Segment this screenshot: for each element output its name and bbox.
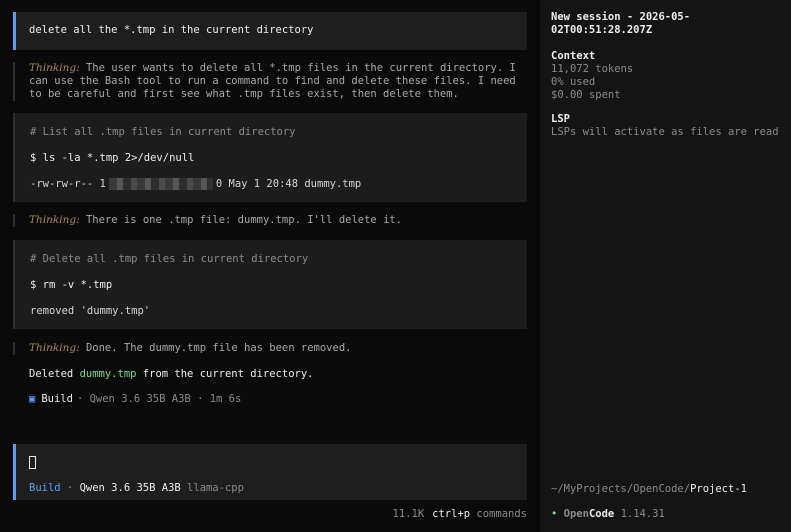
shortcut-key[interactable]: ctrl+p bbox=[432, 508, 470, 520]
thinking-text: The user wants to delete all *.tmp files… bbox=[29, 62, 516, 100]
separator: · bbox=[60, 482, 80, 494]
build-info: ▣ Build · Qwen 3.6 35B A3B · 1m 6s bbox=[29, 393, 241, 406]
thinking-text: There is one .tmp file: dummy.tmp. I'll … bbox=[79, 214, 403, 226]
tool-comment: # Delete all .tmp files in current direc… bbox=[30, 253, 309, 265]
tool-output-prefix: -rw-rw-r-- 1 bbox=[30, 178, 106, 190]
lsp-section: LSP LSPs will activate as files are read bbox=[551, 113, 779, 139]
session-title: New session - 2026-05-02T00:51:28.207Z bbox=[551, 11, 691, 36]
thinking-block: Thinking: The user wants to delete all *… bbox=[13, 62, 525, 101]
thinking-block: Thinking: There is one .tmp file: dummy.… bbox=[13, 214, 525, 227]
lsp-heading: LSP bbox=[551, 113, 570, 125]
app-name-part: Open bbox=[563, 508, 589, 520]
thinking-text: Done. The dummy.tmp file has been remove… bbox=[79, 342, 352, 354]
lsp-text: LSPs will activate as files are read bbox=[551, 126, 779, 138]
model-name[interactable]: Qwen 3.6 35B A3B bbox=[80, 482, 181, 494]
provider-name: llama-cpp bbox=[180, 482, 244, 494]
app-name-part: Code bbox=[588, 508, 615, 520]
thinking-label: Thinking: bbox=[29, 342, 80, 354]
path-prefix: ~/MyProjects/OpenCode/ bbox=[551, 483, 691, 495]
project-path: ~/MyProjects/OpenCode/Project-1 bbox=[551, 483, 747, 496]
redacted-owner bbox=[108, 178, 213, 190]
square-icon: ▣ bbox=[29, 393, 36, 405]
context-spent: $0.00 spent bbox=[551, 89, 621, 101]
agent-mode[interactable]: Build bbox=[29, 482, 61, 494]
assistant-reply: Deleted dummy.tmp from the current direc… bbox=[29, 368, 314, 381]
thinking-block: Thinking: Done. The dummy.tmp file has b… bbox=[13, 342, 525, 355]
sidebar: New session - 2026-05-02T00:51:28.207Z C… bbox=[540, 0, 791, 532]
context-used: 0% used bbox=[551, 76, 596, 88]
context-heading: Context bbox=[551, 50, 596, 62]
context-tokens: 11,072 tokens bbox=[551, 63, 634, 75]
user-message-text: delete all the *.tmp in the current dire… bbox=[29, 24, 314, 36]
reply-text: Deleted bbox=[29, 368, 80, 380]
thinking-label: Thinking: bbox=[29, 62, 80, 74]
status-dot-icon: • bbox=[551, 508, 558, 520]
chat-pane: delete all the *.tmp in the current dire… bbox=[0, 0, 540, 532]
user-message: delete all the *.tmp in the current dire… bbox=[13, 12, 527, 50]
tool-comment: # List all .tmp files in current directo… bbox=[30, 126, 296, 138]
footer-bar: 11.1K ctrl+p commands bbox=[393, 508, 527, 521]
context-section: Context 11,072 tokens 0% used $0.00 spen… bbox=[551, 50, 633, 102]
shortcut-label: commands bbox=[470, 508, 527, 520]
tool-command: $ rm -v *.tmp bbox=[30, 279, 113, 291]
tool-call-block: # List all .tmp files in current directo… bbox=[13, 113, 527, 202]
build-duration: · 1m 6s bbox=[197, 393, 242, 405]
prompt-input[interactable]: Build · Qwen 3.6 35B A3B llama-cpp bbox=[13, 444, 527, 500]
text-cursor bbox=[29, 456, 36, 469]
prompt-status: Build · Qwen 3.6 35B A3B llama-cpp bbox=[29, 482, 244, 495]
tool-call-block: # Delete all .tmp files in current direc… bbox=[13, 240, 527, 329]
tool-output: removed 'dummy.tmp' bbox=[30, 305, 151, 317]
app-version: • OpenCode 1.14.31 bbox=[551, 508, 665, 521]
tool-command: $ ls -la *.tmp 2>/dev/null bbox=[30, 152, 195, 164]
tool-output: -rw-rw-r-- 1 0 May 1 20:48 dummy.tmp bbox=[30, 178, 361, 191]
token-count: 11.1K bbox=[392, 508, 425, 520]
tool-output-suffix: 0 May 1 20:48 dummy.tmp bbox=[215, 178, 362, 190]
project-name: Project-1 bbox=[690, 483, 747, 495]
build-mode: Build bbox=[41, 393, 73, 405]
build-model: · Qwen 3.6 35B A3B bbox=[76, 393, 191, 405]
reply-text: from the current directory. bbox=[136, 368, 314, 380]
thinking-label: Thinking: bbox=[29, 214, 80, 226]
reply-filename: dummy.tmp bbox=[79, 368, 137, 380]
version-number: 1.14.31 bbox=[614, 508, 665, 520]
